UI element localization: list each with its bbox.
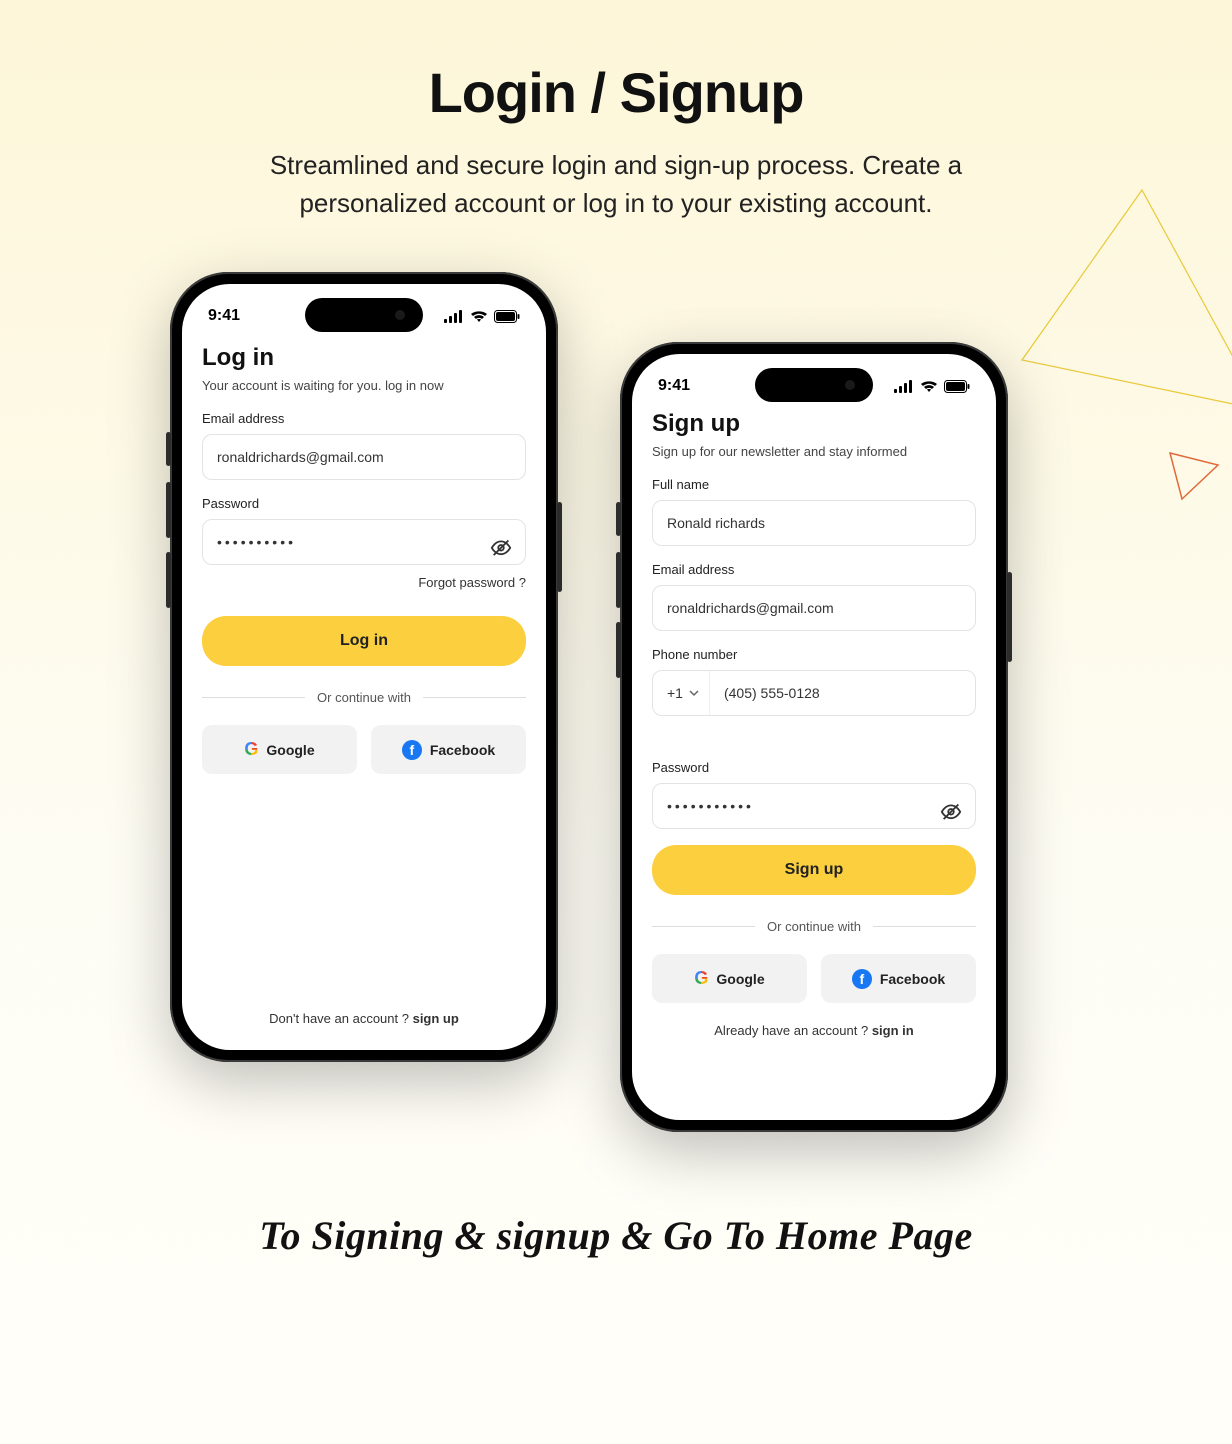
toggle-password-icon[interactable] — [490, 537, 512, 559]
phone-field[interactable] — [710, 671, 975, 715]
password-label: Password — [202, 496, 526, 511]
notch — [305, 298, 423, 332]
login-button[interactable]: Log in — [202, 616, 526, 666]
facebook-signup-button[interactable]: f Facebook — [821, 954, 976, 1003]
signin-prompt: Already have an account ? sign in — [652, 1023, 976, 1038]
password-field[interactable] — [652, 783, 976, 829]
signal-icon — [444, 310, 464, 323]
page-subtitle: Streamlined and secure login and sign-up… — [226, 147, 1006, 222]
google-icon: G — [694, 968, 708, 989]
google-icon: G — [244, 739, 258, 760]
signup-prompt: Don't have an account ? sign up — [182, 1011, 546, 1026]
status-time: 9:41 — [658, 377, 690, 395]
fullname-field[interactable] — [652, 500, 976, 546]
fullname-label: Full name — [652, 477, 976, 492]
wifi-icon — [920, 380, 938, 393]
wifi-icon — [470, 310, 488, 323]
email-label: Email address — [202, 411, 526, 426]
social-divider: Or continue with — [652, 919, 976, 934]
signup-subheading: Sign up for our newsletter and stay info… — [652, 444, 976, 459]
battery-icon — [494, 310, 520, 323]
signup-button[interactable]: Sign up — [652, 845, 976, 895]
signup-heading: Sign up — [652, 410, 976, 438]
status-time: 9:41 — [208, 307, 240, 325]
notch — [755, 368, 873, 402]
battery-icon — [944, 380, 970, 393]
facebook-icon: f — [402, 740, 422, 760]
social-divider: Or continue with — [202, 690, 526, 705]
facebook-login-button[interactable]: f Facebook — [371, 725, 526, 774]
google-login-button[interactable]: G Google — [202, 725, 357, 774]
phone-mockup-signup: 9:41 Sign up Sign up for our newsletter … — [620, 342, 1008, 1132]
chevron-down-icon — [689, 688, 699, 698]
signup-link[interactable]: sign up — [413, 1011, 459, 1026]
password-label: Password — [652, 760, 976, 775]
country-code-select[interactable]: +1 — [653, 671, 710, 715]
phone-label: Phone number — [652, 647, 976, 662]
phone-mockup-login: 9:41 Log in Your account is waiting for … — [170, 272, 558, 1062]
signin-link[interactable]: sign in — [872, 1023, 914, 1038]
email-field[interactable] — [652, 585, 976, 631]
facebook-icon: f — [852, 969, 872, 989]
email-field[interactable] — [202, 434, 526, 480]
login-subheading: Your account is waiting for you. log in … — [202, 378, 526, 393]
toggle-password-icon[interactable] — [940, 801, 962, 823]
google-signup-button[interactable]: G Google — [652, 954, 807, 1003]
signal-icon — [894, 380, 914, 393]
login-heading: Log in — [202, 344, 526, 372]
page-caption: To Signing & signup & Go To Home Page — [0, 1212, 1232, 1259]
email-label: Email address — [652, 562, 976, 577]
page-title: Login / Signup — [0, 60, 1232, 125]
password-field[interactable] — [202, 519, 526, 565]
